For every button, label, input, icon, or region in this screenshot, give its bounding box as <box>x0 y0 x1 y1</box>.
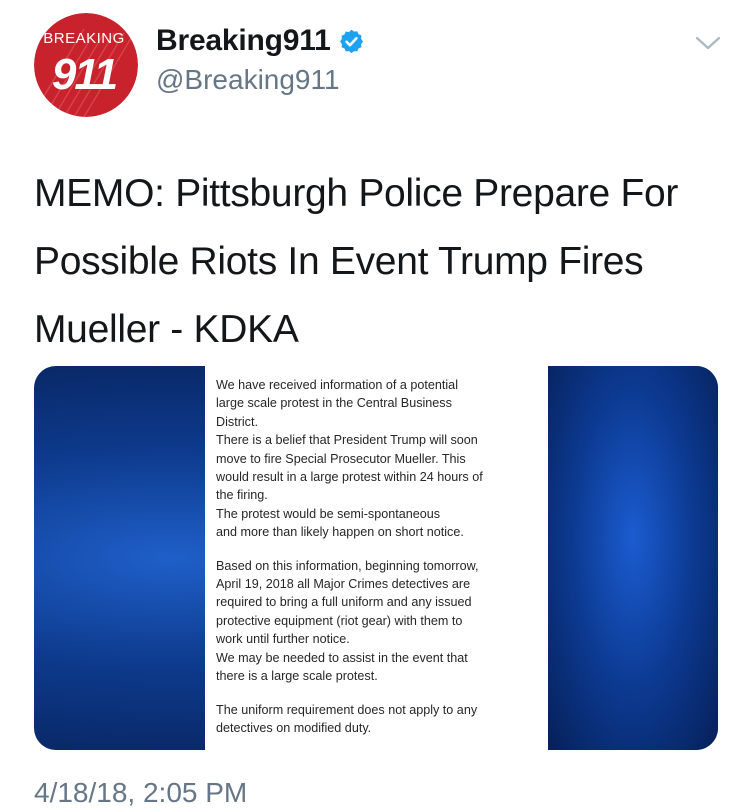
memo-paragraph: The uniform requirement does not apply t… <box>216 702 478 735</box>
memo-paragraph: We have received information of a potent… <box>216 378 483 540</box>
memo-paragraph: Based on this information, beginning tom… <box>216 558 479 684</box>
memo-document: We have received information of a potent… <box>205 366 548 750</box>
tweet-text: MEMO: Pittsburgh Police Prepare For Poss… <box>34 172 679 351</box>
svg-text:911: 911 <box>52 50 117 99</box>
author-name-row[interactable]: Breaking911 <box>156 24 365 58</box>
media-background-right <box>548 366 718 750</box>
verified-badge-icon <box>339 29 363 53</box>
display-name[interactable]: Breaking911 <box>156 24 331 58</box>
tweet: BREAKING 911 Breaking911 @Breaking911 ME… <box>0 0 750 812</box>
breaking911-logo: BREAKING 911 <box>34 13 138 117</box>
avatar[interactable]: BREAKING 911 <box>34 13 138 117</box>
tweet-timestamp[interactable]: 4/18/18, 2:05 PM <box>34 777 247 809</box>
tweet-media-image[interactable]: We have received information of a potent… <box>34 366 718 750</box>
svg-text:BREAKING: BREAKING <box>43 30 125 47</box>
author-handle[interactable]: @Breaking911 <box>156 64 340 96</box>
chevron-down-icon[interactable] <box>695 34 721 52</box>
